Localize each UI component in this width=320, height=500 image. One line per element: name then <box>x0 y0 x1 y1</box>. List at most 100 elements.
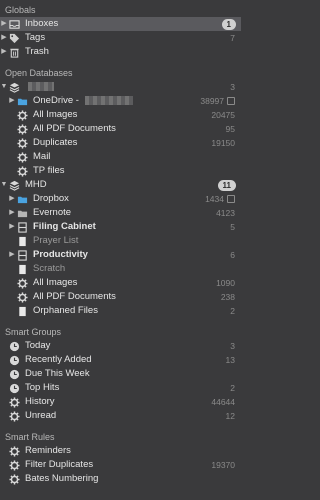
filing-cabinet-icon <box>16 249 29 261</box>
gear-icon <box>8 473 21 485</box>
disclosure-triangle-icon[interactable]: ▶ <box>8 248 16 262</box>
sidebar-item-onedrive[interactable]: ▶ OneDrive - 38997 <box>0 94 241 108</box>
sidebar-item-today[interactable]: Today 3 <box>0 339 241 353</box>
sidebar-item-label: Duplicates <box>33 137 78 148</box>
sidebar-item-trash[interactable]: ▶ Trash <box>0 45 241 59</box>
sidebar-item-recently-added[interactable]: Recently Added 13 <box>0 353 241 367</box>
sidebar-item-label: Unread <box>25 410 57 421</box>
sidebar-item-label: Prayer List <box>33 235 79 246</box>
sidebar-item-unread[interactable]: Unread 12 <box>0 409 241 423</box>
item-count: 1434 <box>205 194 224 204</box>
disclosure-triangle-icon[interactable]: ▶ <box>0 17 8 31</box>
sidebar-item-tags[interactable]: ▶ Tags 7 <box>0 31 241 45</box>
clock-icon <box>8 382 21 394</box>
sidebar-item-prayer-list[interactable]: Prayer List <box>0 234 241 248</box>
sidebar-item-orphaned-files[interactable]: Orphaned Files 2 <box>0 304 241 318</box>
item-count: 44644 <box>211 397 235 407</box>
sidebar-item-tp-files[interactable]: TP files <box>0 164 241 178</box>
item-count: 4123 <box>216 208 235 218</box>
trash-icon <box>8 46 21 58</box>
sidebar-item-bates-numbering[interactable]: Bates Numbering <box>0 472 241 486</box>
sidebar-item-label: All Images <box>33 277 78 288</box>
database-icon <box>8 81 21 93</box>
section-header-globals: Globals <box>5 5 36 15</box>
sidebar-item-filter-duplicates[interactable]: Filter Duplicates 19370 <box>0 458 241 472</box>
item-count: 19370 <box>211 460 235 470</box>
sidebar-item-label: All Images <box>33 109 78 120</box>
section-header-smart-rules: Smart Rules <box>5 432 55 442</box>
disclosure-triangle-icon[interactable]: ▶ <box>8 192 16 206</box>
disclosure-triangle-icon[interactable]: ▶ <box>8 206 16 220</box>
folder-icon <box>16 193 29 205</box>
sidebar-item-duplicates[interactable]: Duplicates 19150 <box>0 136 241 150</box>
database-row-mhd[interactable]: ▼ MHD 11 <box>0 178 241 192</box>
sidebar-item-label: Productivity <box>33 249 88 260</box>
tag-icon <box>8 32 21 44</box>
sidebar-item-productivity[interactable]: ▶ Productivity 6 <box>0 248 241 262</box>
gear-icon <box>8 396 21 408</box>
document-icon <box>16 305 29 317</box>
clock-icon <box>8 354 21 366</box>
gear-icon <box>16 137 29 149</box>
item-count: 13 <box>225 355 235 365</box>
redacted-name <box>84 95 133 105</box>
database-name: MHD <box>25 179 47 190</box>
item-count: 2 <box>230 383 235 393</box>
disclosure-triangle-icon[interactable]: ▶ <box>8 220 16 234</box>
sidebar-item-label: Scratch <box>33 263 66 274</box>
sidebar-item-label: Orphaned Files <box>33 305 98 316</box>
clock-icon <box>8 368 21 380</box>
section-header-open-databases: Open Databases <box>5 68 73 78</box>
item-count: 20475 <box>211 110 235 120</box>
database-row-1[interactable]: ▼ 3 <box>0 80 241 94</box>
sidebar-item-due-this-week[interactable]: Due This Week <box>0 367 241 381</box>
inbox-icon <box>8 18 21 30</box>
sidebar-item-label: Mail <box>33 151 51 162</box>
document-icon <box>16 263 29 275</box>
document-icon <box>16 235 29 247</box>
sidebar-item-all-pdf-documents-mhd[interactable]: All PDF Documents 238 <box>0 290 241 304</box>
sidebar-item-label: Reminders <box>25 445 71 456</box>
sidebar-item-label: All PDF Documents <box>33 291 116 302</box>
sidebar-item-top-hits[interactable]: Top Hits 2 <box>0 381 241 395</box>
gear-icon <box>8 410 21 422</box>
sync-status-icon <box>227 97 235 105</box>
redacted-name <box>28 81 54 91</box>
folder-icon <box>16 207 29 219</box>
sidebar-item-all-pdf-documents[interactable]: All PDF Documents 95 <box>0 122 241 136</box>
sidebar-item-label: Filter Duplicates <box>25 459 94 470</box>
sidebar-item-label: Top Hits <box>25 382 60 393</box>
sidebar-item-filing-cabinet[interactable]: ▶ Filing Cabinet 5 <box>0 220 241 234</box>
sidebar-item-history[interactable]: History 44644 <box>0 395 241 409</box>
sidebar-item-label: TP files <box>33 165 65 176</box>
folder-icon <box>16 95 29 107</box>
sidebar-item-mail[interactable]: Mail <box>0 150 241 164</box>
sidebar-item-all-images-mhd[interactable]: All Images 1090 <box>0 276 241 290</box>
sidebar-item-label: Today <box>25 340 51 351</box>
sidebar-item-inboxes[interactable]: ▶ Inboxes 1 <box>0 17 241 31</box>
sidebar-item-label: All PDF Documents <box>33 123 116 134</box>
disclosure-triangle-icon[interactable]: ▼ <box>0 178 8 192</box>
sidebar-item-dropbox[interactable]: ▶ Dropbox 1434 <box>0 192 241 206</box>
item-count: 5 <box>230 222 235 232</box>
filing-cabinet-icon <box>16 221 29 233</box>
disclosure-triangle-icon[interactable]: ▶ <box>0 45 8 59</box>
sidebar-item-evernote[interactable]: ▶ Evernote 4123 <box>0 206 241 220</box>
database-icon <box>8 179 21 191</box>
item-count: 7 <box>230 33 235 43</box>
gear-icon <box>16 109 29 121</box>
disclosure-triangle-icon[interactable]: ▶ <box>0 31 8 45</box>
item-count: 12 <box>225 411 235 421</box>
gear-icon <box>16 165 29 177</box>
item-count: 6 <box>230 250 235 260</box>
sidebar-item-label: Trash <box>25 46 49 57</box>
sidebar-item-all-images[interactable]: All Images 20475 <box>0 108 241 122</box>
disclosure-triangle-icon[interactable]: ▼ <box>0 80 8 94</box>
item-count: 95 <box>225 124 235 134</box>
sidebar-item-scratch[interactable]: Scratch <box>0 262 241 276</box>
sidebar-item-reminders[interactable]: Reminders <box>0 444 241 458</box>
gear-icon <box>16 277 29 289</box>
clock-icon <box>8 340 21 352</box>
sidebar-item-label: OneDrive - <box>33 95 82 106</box>
disclosure-triangle-icon[interactable]: ▶ <box>8 94 16 108</box>
